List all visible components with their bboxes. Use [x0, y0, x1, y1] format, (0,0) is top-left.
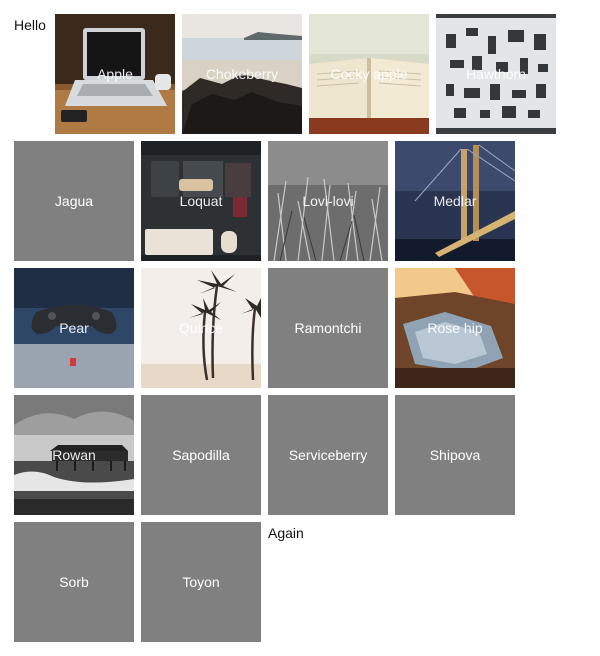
tile-hawthorn[interactable]: Hawthorn [436, 14, 556, 134]
tile-label: Chokeberry [205, 66, 279, 82]
tile-label: Medlar [433, 193, 477, 209]
tile-cocky-apple[interactable]: Cocky apple [309, 14, 429, 134]
tile-rose-hip[interactable]: Rose hip [395, 268, 515, 388]
tile-pear[interactable]: Pear [14, 268, 134, 388]
tile-sapodilla[interactable]: Sapodilla [141, 395, 261, 515]
tile-label: Sapodilla [172, 447, 230, 463]
tile-label: Apple [97, 66, 133, 82]
tile-label: Shipova [429, 447, 481, 463]
tile-label: Sorb [59, 574, 89, 590]
tile-rowan[interactable]: Rowan [14, 395, 134, 515]
tile-label: Loquat [179, 193, 223, 209]
tile-label: Ramontchi [294, 320, 362, 336]
tile-label: Hawthorn [466, 66, 526, 82]
tile-jagua[interactable]: Jagua [14, 141, 134, 261]
tile-label: Toyon [182, 574, 220, 590]
tile-toyon[interactable]: Toyon [141, 522, 261, 642]
tile-quince[interactable]: Quince [141, 268, 261, 388]
tile-label: Quince [178, 320, 224, 336]
tile-label: Lovi-lovi [302, 193, 354, 209]
tile-label: Serviceberry [288, 447, 368, 463]
tile-ramontchi[interactable]: Ramontchi [268, 268, 388, 388]
tile-sorb[interactable]: Sorb [14, 522, 134, 642]
tile-label: Rowan [52, 447, 96, 463]
tile-apple[interactable]: Apple [55, 14, 175, 134]
intro-text: Hello [14, 17, 46, 33]
tile-label: Rose hip [427, 320, 483, 336]
outro-text: Again [268, 525, 304, 541]
tile-loquat[interactable]: Loquat [141, 141, 261, 261]
tile-label: Pear [59, 320, 89, 336]
tile-medlar[interactable]: Medlar [395, 141, 515, 261]
tile-chokeberry[interactable]: Chokeberry [182, 14, 302, 134]
tile-lovi-lovi[interactable]: Lovi-lovi [268, 141, 388, 261]
tile-serviceberry[interactable]: Serviceberry [268, 395, 388, 515]
tile-label: Jagua [54, 193, 94, 209]
tile-label: Cocky apple [330, 66, 408, 82]
tile-shipova[interactable]: Shipova [395, 395, 515, 515]
